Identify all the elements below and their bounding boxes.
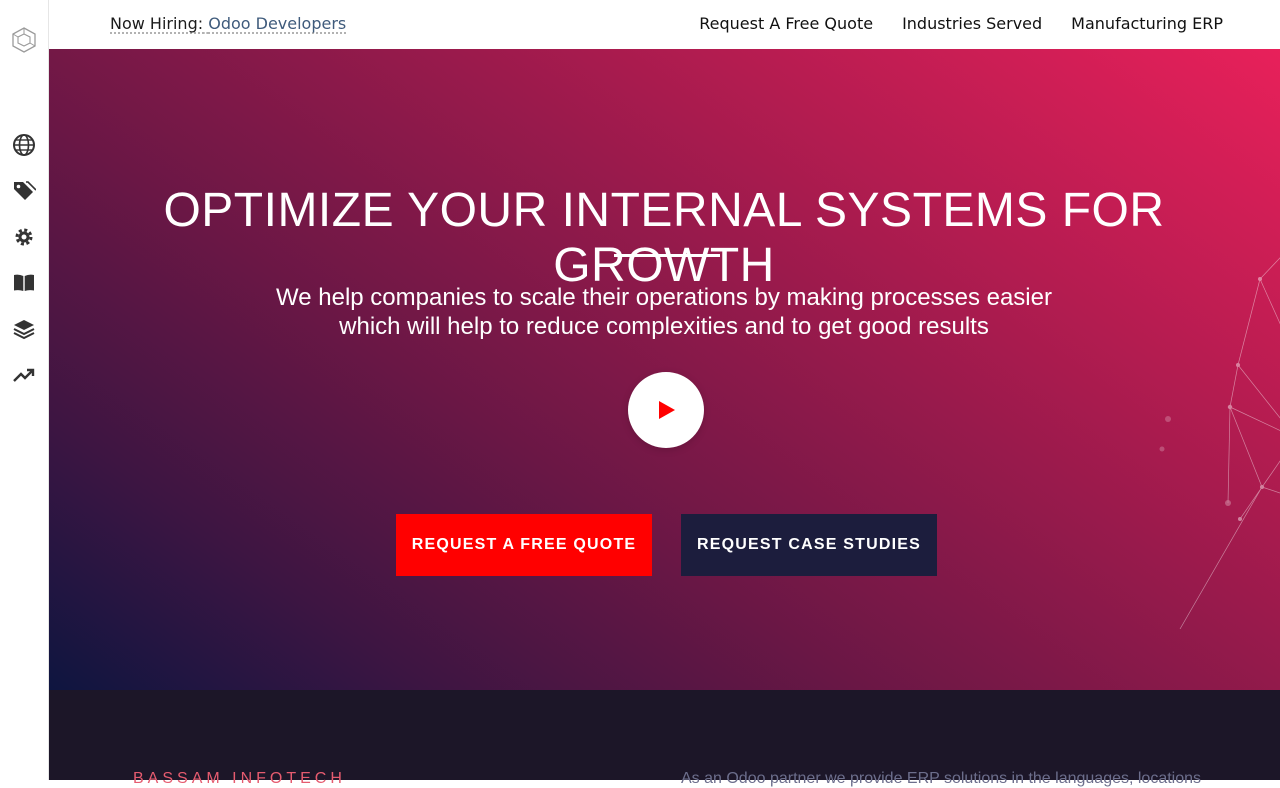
brand-heading: BASSAM INFOTECH — [133, 770, 346, 788]
tag-icon — [12, 179, 36, 203]
now-hiring-link[interactable]: Now Hiring: Odoo Developers — [110, 14, 346, 33]
gear-icon — [12, 225, 36, 249]
hiring-role: Odoo Developers — [208, 14, 346, 33]
play-icon — [655, 399, 677, 421]
top-bar: Now Hiring: Odoo Developers Request A Fr… — [48, 0, 1280, 49]
trending-up-icon — [12, 363, 36, 387]
nav-industries-served[interactable]: Industries Served — [902, 14, 1042, 33]
book-icon — [12, 271, 36, 295]
top-navigation: Request A Free Quote Industries Served M… — [699, 14, 1223, 33]
hero-section: OPTIMIZE YOUR INTERNAL SYSTEMS FOR GROWT… — [48, 49, 1280, 690]
hiring-label: Now Hiring: — [110, 14, 203, 33]
request-case-studies-button[interactable]: REQUEST CASE STUDIES — [681, 514, 937, 576]
hero-title: OPTIMIZE YOUR INTERNAL SYSTEMS FOR GROWT… — [48, 183, 1280, 293]
title-divider — [614, 254, 720, 257]
request-free-quote-button[interactable]: REQUEST A FREE QUOTE — [396, 514, 652, 576]
nav-manufacturing-erp[interactable]: Manufacturing ERP — [1071, 14, 1223, 33]
left-sidebar — [0, 0, 49, 780]
hero-subtitle-line-1: We help companies to scale their operati… — [276, 284, 1052, 311]
sidebar-item-layers[interactable] — [0, 306, 48, 352]
sidebar-item-docs[interactable] — [0, 260, 48, 306]
sidebar-item-settings[interactable] — [0, 214, 48, 260]
about-section: BASSAM INFOTECH As an Odoo partner we pr… — [48, 690, 1280, 780]
play-video-button[interactable] — [628, 372, 704, 448]
globe-icon — [12, 133, 36, 157]
sidebar-item-tags[interactable] — [0, 168, 48, 214]
hero-subtitle-line-2: which will help to reduce complexities a… — [339, 313, 989, 340]
nav-request-quote[interactable]: Request A Free Quote — [699, 14, 873, 33]
hero-subtitle: We help companies to scale their operati… — [214, 283, 1114, 341]
layers-icon — [12, 317, 36, 341]
sidebar-item-growth[interactable] — [0, 352, 48, 398]
partner-description: As an Odoo partner we provide ERP soluti… — [681, 770, 1201, 788]
sidebar-item-globe[interactable] — [0, 122, 48, 168]
logo-icon[interactable] — [10, 26, 38, 54]
